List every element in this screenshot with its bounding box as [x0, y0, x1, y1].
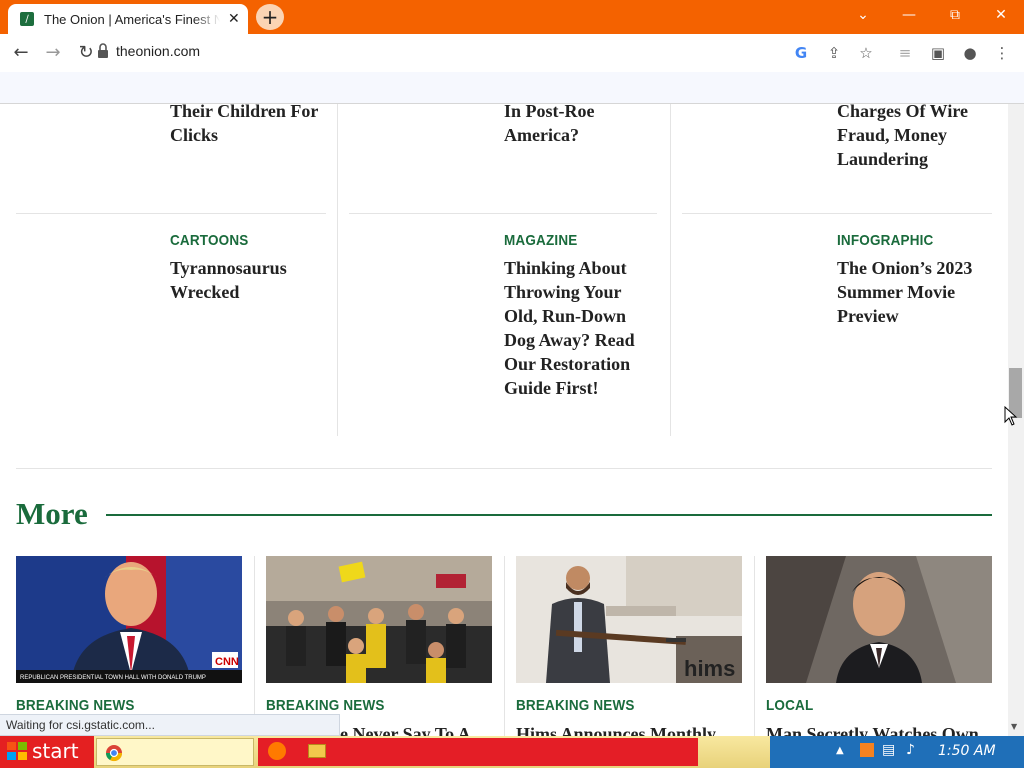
article-thumbnail[interactable]: [766, 556, 992, 683]
close-window-button[interactable]: ✕: [981, 4, 1021, 26]
row-divider: [349, 213, 657, 214]
article-thumbnail[interactable]: hims: [516, 556, 742, 683]
row-divider: [682, 213, 992, 214]
taskbar-chrome-window[interactable]: [96, 738, 254, 766]
profile-avatar-icon[interactable]: ●: [957, 40, 983, 66]
tray-clock[interactable]: 1:50 AM: [938, 743, 996, 759]
scroll-down-arrow-icon[interactable]: ▼: [1011, 722, 1017, 731]
more-section-title: More: [16, 496, 88, 531]
article-category[interactable]: BREAKING NEWS: [266, 697, 385, 714]
restore-button[interactable]: ⧉: [935, 4, 975, 26]
browser-tab-active[interactable]: ∕ The Onion | America's Finest News Sour…: [8, 4, 248, 34]
forward-arrow-icon[interactable]: →: [40, 40, 66, 66]
article-headline[interactable]: In Post-Roe America?: [504, 104, 654, 147]
side-panel-icon[interactable]: ▣: [925, 40, 951, 66]
browser-menu-icon[interactable]: ⋮: [989, 40, 1015, 66]
cnn-logo: CNN: [215, 656, 239, 668]
onion-favicon-icon: ∕: [20, 12, 34, 26]
column-divider: [754, 556, 755, 736]
tab-close-icon[interactable]: ✕: [228, 11, 240, 27]
column-divider: [337, 104, 338, 436]
hims-logo: hims: [684, 656, 735, 681]
firefox-icon[interactable]: [268, 742, 286, 760]
article-headline[interactable]: Charges Of Wire Fraud, Money Laundering: [837, 104, 987, 171]
tab-search-chevron-icon[interactable]: ⌄: [843, 4, 883, 26]
browser-toolbar: ← → ↻ theonion.com G ⇪ ☆ ≡ ▣ ● ⋮: [0, 34, 1024, 72]
minimize-button[interactable]: —: [889, 4, 929, 26]
start-label: start: [32, 739, 79, 763]
article-category[interactable]: CARTOONS: [170, 232, 248, 249]
windows-logo-icon: [7, 742, 27, 760]
article-category[interactable]: LOCAL: [766, 697, 813, 714]
article-category[interactable]: MAGAZINE: [504, 232, 577, 249]
bookmarks-bar: [0, 72, 1024, 104]
folder-icon[interactable]: [308, 744, 326, 758]
network-icon[interactable]: ▤: [882, 742, 895, 758]
article-category[interactable]: BREAKING NEWS: [16, 697, 135, 714]
row-divider: [16, 213, 326, 214]
article-thumbnail[interactable]: CNN REPUBLICAN PRESIDENTIAL TOWN HALL WI…: [16, 556, 242, 683]
section-divider: [16, 468, 992, 469]
column-divider: [254, 556, 255, 736]
new-tab-button[interactable]: +: [256, 4, 284, 30]
thumb-caption: REPUBLICAN PRESIDENTIAL TOWN HALL WITH D…: [20, 675, 206, 681]
article-headline[interactable]: The Onion’s 2023 Summer Movie Preview: [837, 256, 997, 328]
media-control-icon[interactable]: ≡: [892, 40, 918, 66]
browser-titlebar: ∕ The Onion | America's Finest News Sour…: [0, 0, 1024, 34]
page-content: Their Children For Clicks In Post-Roe Am…: [0, 104, 1008, 736]
column-divider: [670, 104, 671, 436]
share-icon[interactable]: ⇪: [821, 40, 847, 66]
article-headline[interactable]: Man Secretly Watches Own: [766, 722, 996, 736]
google-icon[interactable]: G: [788, 40, 814, 66]
article-headline[interactable]: Thinking About Throwing Your Old, Run-Do…: [504, 256, 650, 400]
mouse-cursor-icon: [1004, 406, 1018, 426]
article-headline[interactable]: Tyrannosaurus Wrecked: [170, 256, 320, 304]
tray-expand-icon[interactable]: ▲: [836, 745, 844, 756]
article-headline[interactable]: e Never Say To A: [340, 722, 500, 736]
article-category[interactable]: BREAKING NEWS: [516, 697, 635, 714]
article-headline[interactable]: Their Children For Clicks: [170, 104, 330, 147]
bookmark-star-icon[interactable]: ☆: [853, 40, 879, 66]
volume-icon[interactable]: ♪: [906, 742, 915, 758]
address-bar-url[interactable]: theonion.com: [116, 43, 200, 59]
article-category[interactable]: INFOGRAPHIC: [837, 232, 933, 249]
more-section-rule: [106, 514, 992, 516]
status-bar: Waiting for csi.gstatic.com...: [0, 714, 340, 736]
article-headline[interactable]: Hims Announces Monthly: [516, 722, 746, 736]
chrome-icon: [105, 745, 123, 762]
tray-app-icon[interactable]: [860, 743, 874, 757]
lock-icon[interactable]: [96, 42, 110, 60]
tab-title: The Onion | America's Finest News Source: [44, 11, 220, 27]
back-arrow-icon[interactable]: ←: [8, 40, 34, 66]
article-thumbnail[interactable]: [266, 556, 492, 683]
column-divider: [504, 556, 505, 736]
